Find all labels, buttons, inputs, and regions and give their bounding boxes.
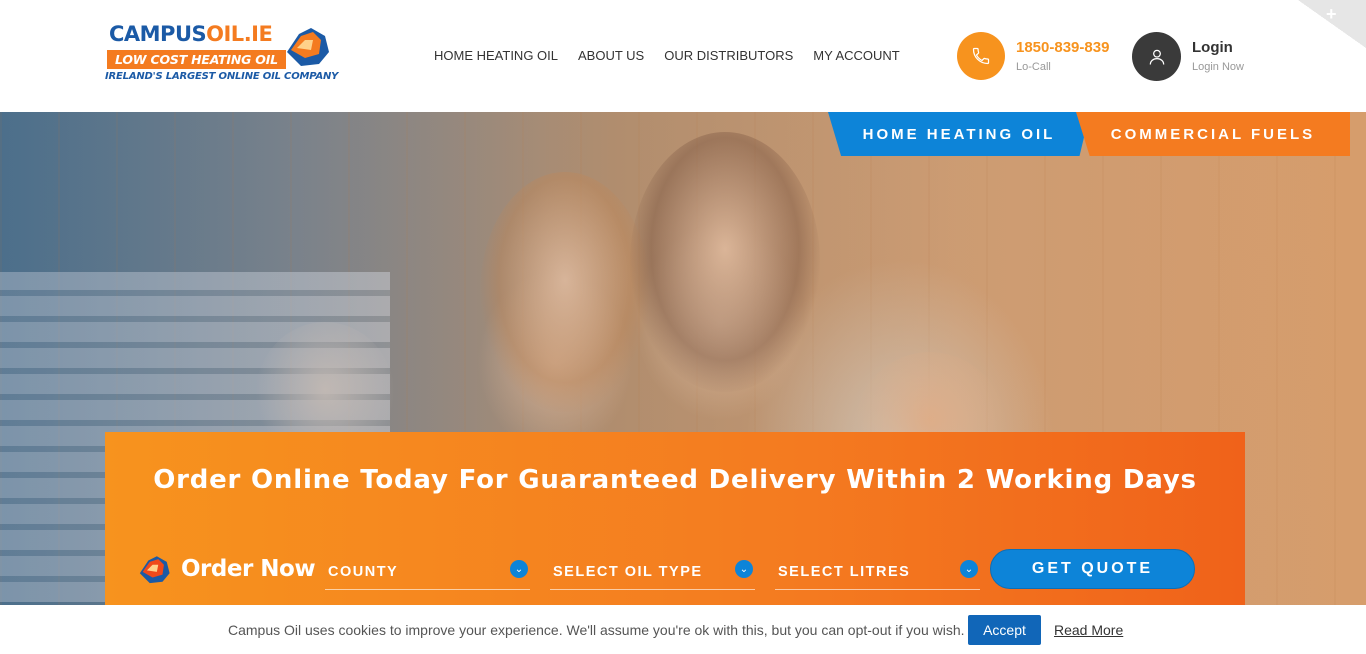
login-subtitle: Login Now — [1192, 61, 1244, 73]
hero-banner: HOME HEATING OIL COMMERCIAL FUELS Order … — [0, 112, 1366, 605]
litres-select-label: SELECT LITRES — [778, 564, 911, 580]
oil-drop-icon — [139, 556, 170, 584]
chevron-down-icon: ⌄ — [960, 560, 978, 578]
logo[interactable]: CAMPUSOIL.IE LOW COST HEATING OIL IRELAN… — [105, 20, 339, 90]
get-quote-button[interactable]: GET QUOTE — [990, 549, 1195, 589]
phone-number[interactable]: 1850-839-839 — [1016, 39, 1109, 56]
phone-icon[interactable] — [957, 32, 1005, 80]
oil-drop-logo-icon — [287, 28, 329, 66]
phone-subtitle: Lo-Call — [1016, 61, 1051, 73]
logo-tagline: LOW COST HEATING OIL — [107, 50, 286, 69]
user-glyph — [1149, 49, 1164, 65]
tab-home-label: HOME HEATING OIL — [862, 125, 1056, 143]
logo-subtitle: IRELAND'S LARGEST ONLINE OIL COMPANY — [105, 71, 339, 82]
tab-home-heating-oil[interactable]: HOME HEATING OIL — [828, 112, 1090, 156]
main-nav: HOME HEATING OIL ABOUT US OUR DISTRIBUTO… — [434, 48, 900, 63]
county-select[interactable]: COUNTY ⌄ — [325, 560, 530, 590]
plus-icon[interactable]: + — [1326, 4, 1337, 25]
order-heading: Order Online Today For Guaranteed Delive… — [153, 465, 1197, 495]
nav-item-our-distributors[interactable]: OUR DISTRIBUTORS — [664, 48, 793, 63]
county-select-label: COUNTY — [328, 564, 399, 580]
cookie-bar: Campus Oil uses cookies to improve your … — [0, 605, 1366, 654]
cookie-message: Campus Oil uses cookies to improve your … — [228, 622, 965, 638]
logo-wordmark: CAMPUSOIL.IE — [109, 22, 273, 46]
site-header: CAMPUSOIL.IE LOW COST HEATING OIL IRELAN… — [0, 0, 1366, 112]
phone-glyph — [972, 47, 990, 65]
oil-type-select-label: SELECT OIL TYPE — [553, 564, 703, 580]
litres-select[interactable]: SELECT LITRES ⌄ — [775, 560, 980, 590]
login-link[interactable]: Login — [1192, 39, 1233, 56]
tab-commercial-label: COMMERCIAL FUELS — [1110, 125, 1316, 143]
nav-item-my-account[interactable]: MY ACCOUNT — [813, 48, 899, 63]
nav-item-home-heating-oil[interactable]: HOME HEATING OIL — [434, 48, 558, 63]
tab-commercial-fuels[interactable]: COMMERCIAL FUELS — [1076, 112, 1350, 156]
chevron-down-icon: ⌄ — [735, 560, 753, 578]
user-icon[interactable] — [1132, 32, 1181, 81]
order-panel: Order Online Today For Guaranteed Delive… — [105, 432, 1245, 605]
order-now: Order Now — [135, 552, 316, 586]
accept-cookies-button[interactable]: Accept — [968, 615, 1041, 645]
order-now-label: Order Now — [181, 556, 316, 582]
nav-item-about-us[interactable]: ABOUT US — [578, 48, 644, 63]
chevron-down-icon: ⌄ — [510, 560, 528, 578]
oil-type-select[interactable]: SELECT OIL TYPE ⌄ — [550, 560, 755, 590]
read-more-link[interactable]: Read More — [1054, 622, 1123, 638]
